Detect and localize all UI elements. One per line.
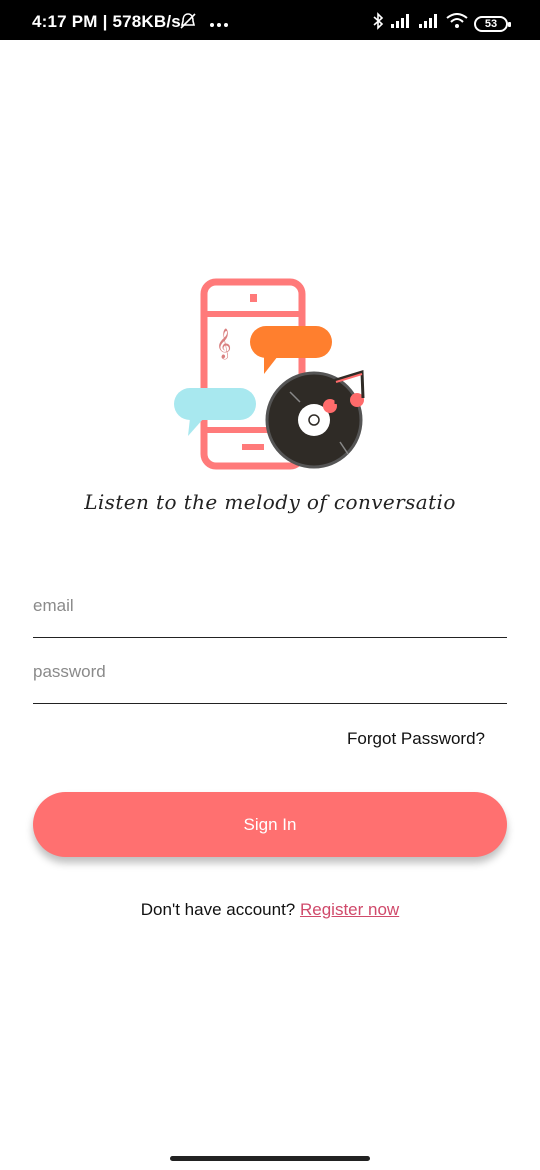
bluetooth-icon xyxy=(372,12,384,35)
home-indicator[interactable] xyxy=(170,1156,370,1161)
status-right-icons: 53 xyxy=(372,12,511,35)
app-tagline: Listen to the melody of conversatio xyxy=(84,490,456,514)
svg-text:𝄞: 𝄞 xyxy=(216,328,231,360)
forgot-password-link[interactable]: Forgot Password? xyxy=(347,729,485,749)
register-prompt: Don't have account? xyxy=(140,900,296,919)
battery-icon: 53 xyxy=(474,15,511,32)
signal-icon xyxy=(418,13,440,34)
password-input[interactable] xyxy=(33,662,507,682)
status-bar: 4:17 PM | 578KB/s 53 xyxy=(0,0,540,40)
more-icon xyxy=(209,15,229,33)
wifi-icon xyxy=(446,13,468,34)
email-input[interactable] xyxy=(33,596,507,616)
sign-in-button[interactable]: Sign In xyxy=(33,792,507,857)
chat-music-logo: 𝄞 xyxy=(174,278,365,470)
password-field-container xyxy=(33,648,507,704)
app-logo: 𝄞 xyxy=(160,270,380,480)
register-row: Don't have account? Register now xyxy=(0,900,540,920)
alarm-off-icon xyxy=(179,12,197,35)
signal-icon xyxy=(390,13,412,34)
status-time: 4:17 PM | 578KB/s xyxy=(32,12,181,31)
status-left-icons xyxy=(179,12,229,35)
email-field-container xyxy=(33,582,507,638)
register-link[interactable]: Register now xyxy=(300,900,399,919)
